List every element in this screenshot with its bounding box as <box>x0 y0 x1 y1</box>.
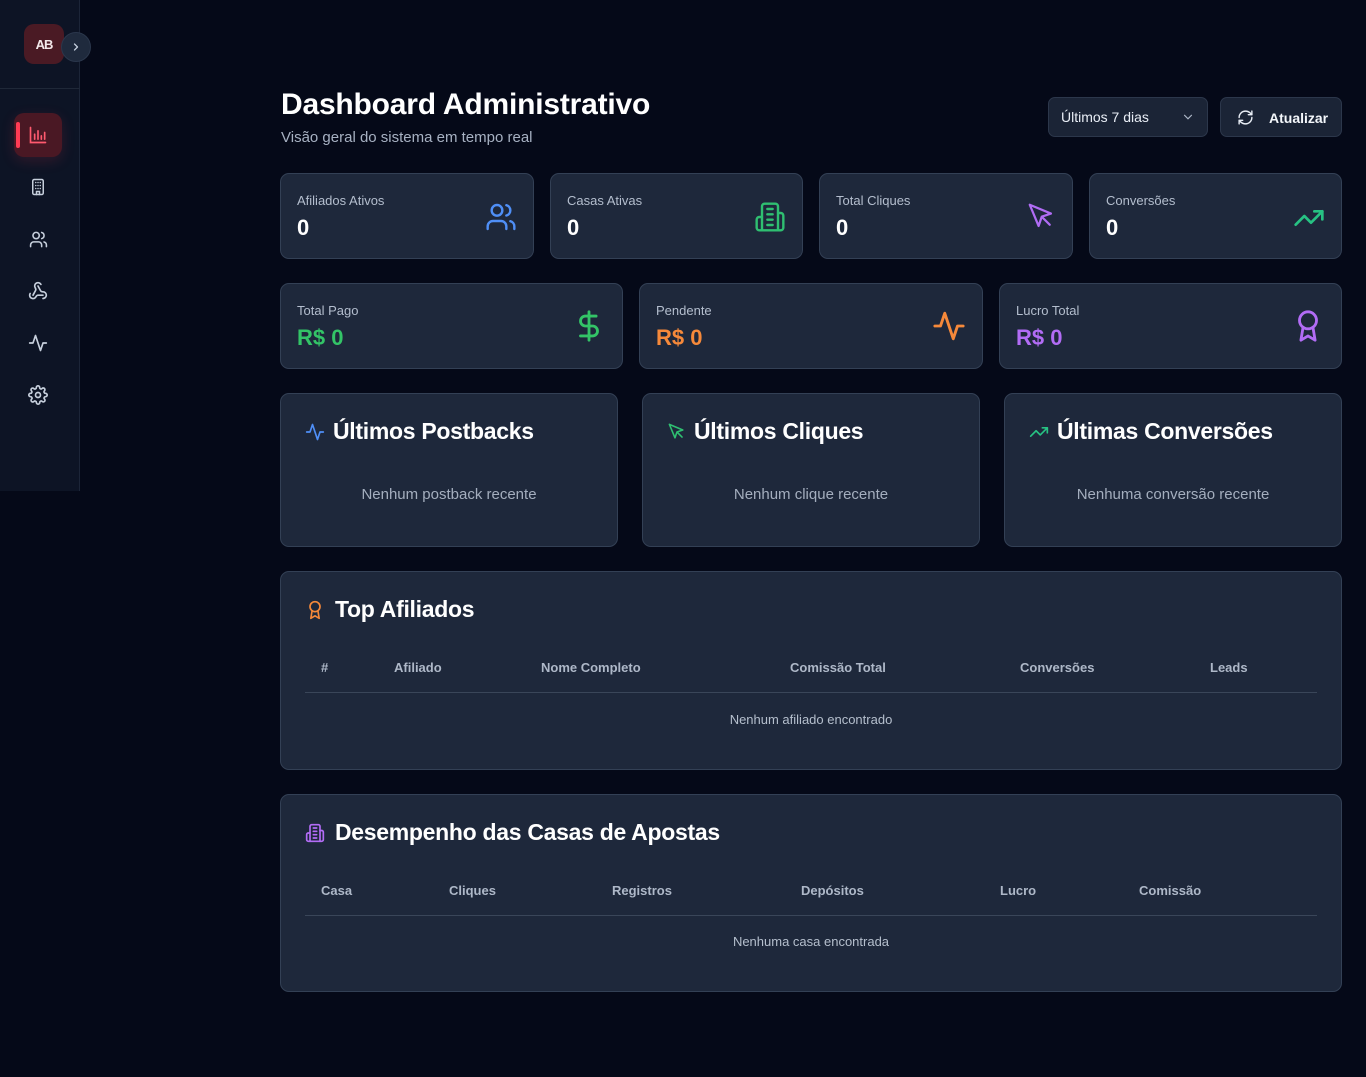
users-icon <box>29 231 47 247</box>
stat-label: Casas Ativas <box>567 193 643 208</box>
sidebar-item-afiliados[interactable] <box>14 217 62 261</box>
cursor-icon <box>1028 203 1053 228</box>
bar-chart-icon <box>29 126 47 144</box>
card-title-text: Últimos Cliques <box>694 418 864 444</box>
sidebar-item-configuracoes[interactable] <box>14 373 62 417</box>
trending-up-icon <box>1029 426 1049 437</box>
card-title: Top Afiliados <box>305 596 475 623</box>
period-select[interactable]: Últimos 7 dias <box>1048 97 1208 137</box>
recent-clicks-card: Últimos Cliques Nenhum clique recente <box>642 393 980 547</box>
column-header[interactable]: Conversões <box>1020 660 1094 675</box>
users-icon <box>486 203 516 231</box>
card-title: Últimos Cliques <box>667 418 864 445</box>
settings-icon <box>28 385 48 405</box>
stat-value: R$ 0 <box>656 325 703 350</box>
activity-icon <box>28 334 48 352</box>
refresh-button[interactable]: Atualizar <box>1220 97 1342 137</box>
card-title: Últimas Conversões <box>1029 418 1273 445</box>
webhook-icon <box>28 281 48 300</box>
sidebar-toggle-button[interactable] <box>61 32 91 62</box>
top-affiliates-card: Top Afiliados # Afiliado Nome Completo C… <box>280 571 1342 770</box>
card-title-text: Top Afiliados <box>335 596 475 622</box>
stat-card-total-cliques: Total Cliques 0 <box>819 173 1073 259</box>
page-subtitle: Visão geral do sistema em tempo real <box>281 129 533 146</box>
award-icon <box>309 600 321 619</box>
empty-state: Nenhum afiliado encontrado <box>729 712 893 727</box>
column-header[interactable]: Afiliado <box>394 660 442 675</box>
refresh-icon <box>1238 110 1253 125</box>
page-title: Dashboard Administrativo <box>281 88 651 121</box>
column-header[interactable]: Comissão <box>1139 883 1201 898</box>
column-header[interactable]: Casa <box>321 883 352 898</box>
houses-performance-card: Desempenho das Casas de Apostas Casa Cli… <box>280 794 1342 992</box>
building-icon <box>32 178 44 196</box>
column-header[interactable]: Depósitos <box>801 883 864 898</box>
card-title-text: Últimas Conversões <box>1057 418 1273 444</box>
building-icon <box>305 823 325 842</box>
empty-state: Nenhum clique recente <box>733 486 889 503</box>
stat-card-afiliados-ativos: Afiliados Ativos 0 <box>280 173 534 259</box>
app-logo[interactable]: AB <box>24 24 64 64</box>
sidebar-item-dashboard[interactable] <box>14 113 62 157</box>
table-header: # Afiliado Nome Completo Comissão Total … <box>305 650 1317 693</box>
card-title: Últimos Postbacks <box>305 418 534 445</box>
column-header[interactable]: Nome Completo <box>541 660 641 675</box>
column-header[interactable]: Cliques <box>449 883 496 898</box>
empty-state: Nenhuma conversão recente <box>1076 486 1270 503</box>
period-select-value: Últimos 7 dias <box>1061 109 1149 125</box>
empty-state: Nenhuma casa encontrada <box>732 934 890 949</box>
column-header[interactable]: Registros <box>612 883 672 898</box>
building-icon <box>755 202 785 232</box>
sidebar-item-casas[interactable] <box>14 165 62 209</box>
stat-card-casas-ativas: Casas Ativas 0 <box>550 173 803 259</box>
card-title-text: Últimos Postbacks <box>333 418 534 444</box>
stat-label: Lucro Total <box>1016 303 1080 318</box>
stat-value: 0 <box>567 215 580 240</box>
sidebar: AB <box>0 0 91 491</box>
stat-label: Total Cliques <box>836 193 911 208</box>
card-title: Desempenho das Casas de Apostas <box>305 819 720 846</box>
column-header[interactable]: Leads <box>1210 660 1248 675</box>
sidebar-item-webhooks[interactable] <box>14 269 62 313</box>
cursor-icon <box>668 423 684 439</box>
column-header[interactable]: Comissão Total <box>790 660 886 675</box>
empty-state: Nenhum postback recente <box>361 486 537 503</box>
recent-conversions-card: Últimas Conversões Nenhuma conversão rec… <box>1004 393 1342 547</box>
activity-icon <box>933 311 965 341</box>
chevron-down-icon <box>1183 114 1193 120</box>
sidebar-divider <box>0 88 80 89</box>
column-header[interactable]: Lucro <box>1000 883 1036 898</box>
stat-value: R$ 0 <box>1016 325 1063 350</box>
dollar-icon <box>579 310 599 342</box>
stat-value: 0 <box>297 215 310 240</box>
stat-card-pendente: Pendente R$ 0 <box>639 283 983 369</box>
chevron-right-icon <box>73 43 79 51</box>
sidebar-item-atividade[interactable] <box>14 321 62 365</box>
stat-label: Afiliados Ativos <box>297 193 385 208</box>
column-header[interactable]: # <box>321 660 328 675</box>
stat-label: Total Pago <box>297 303 359 318</box>
recent-postbacks-card: Últimos Postbacks Nenhum postback recent… <box>280 393 618 547</box>
activity-icon <box>305 423 325 440</box>
stat-card-total-pago: Total Pago R$ 0 <box>280 283 623 369</box>
award-icon <box>1298 310 1318 342</box>
stat-value: 0 <box>1106 215 1119 240</box>
stat-card-conversoes: Conversões 0 <box>1089 173 1342 259</box>
stat-card-lucro-total: Lucro Total R$ 0 <box>999 283 1342 369</box>
stat-label: Pendente <box>656 303 712 318</box>
stat-label: Conversões <box>1106 193 1176 208</box>
stat-value: 0 <box>836 215 849 240</box>
refresh-button-label: Atualizar <box>1269 110 1329 126</box>
trending-up-icon <box>1294 210 1324 226</box>
stat-value: R$ 0 <box>297 325 344 350</box>
table-header: Casa Cliques Registros Depósitos Lucro C… <box>305 873 1317 916</box>
card-title-text: Desempenho das Casas de Apostas <box>335 819 720 845</box>
